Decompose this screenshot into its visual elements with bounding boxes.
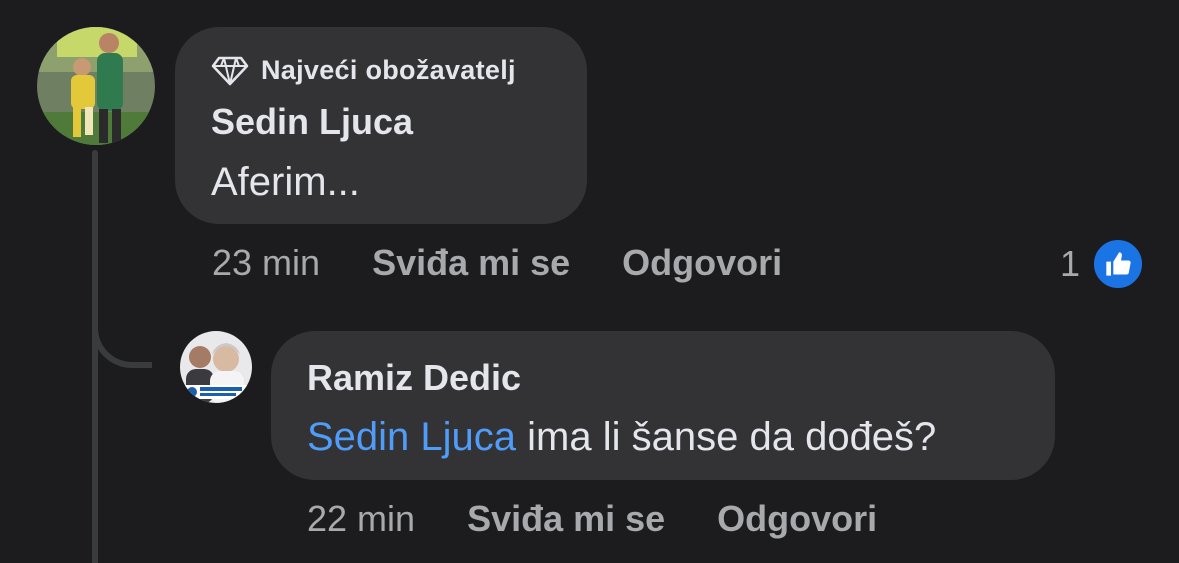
comment-actions: 23 min Sviđa mi se Odgovori (212, 242, 834, 284)
thread-connector-line (92, 150, 98, 563)
profile-photo-icon (180, 331, 252, 403)
reply-button[interactable]: Odgovori (622, 242, 782, 284)
comment-text: Aferim... (211, 160, 360, 204)
reply-timestamp[interactable]: 22 min (307, 498, 415, 540)
profile-photo-icon (37, 27, 155, 145)
avatar[interactable] (37, 27, 155, 145)
comment-timestamp[interactable]: 23 min (212, 242, 320, 284)
comment-bubble: Najveći obožavatelj Sedin Ljuca Aferim..… (175, 27, 587, 224)
reply-actions: 22 min Sviđa mi se Odgovori (307, 498, 929, 540)
reaction-summary[interactable]: 1 (1060, 238, 1145, 290)
like-button[interactable]: Sviđa mi se (372, 242, 570, 284)
comments-thread: Najveći obožavatelj Sedin Ljuca Aferim..… (0, 0, 1179, 563)
mention-link[interactable]: Sedin Ljuca (307, 415, 516, 459)
reply-bubble: Ramiz Dedic Sedin Ljuca ima li šanse da … (271, 331, 1055, 480)
top-fan-badge: Najveći obožavatelj (211, 55, 516, 86)
badge-label: Najveći obožavatelj (261, 55, 516, 85)
reaction-count: 1 (1060, 243, 1081, 284)
like-button[interactable]: Sviđa mi se (467, 498, 665, 540)
reply-button[interactable]: Odgovori (717, 498, 877, 540)
avatar[interactable] (180, 331, 252, 403)
reply-body: ima li šanse da dođeš? (516, 415, 937, 459)
thumbs-up-icon (1092, 238, 1145, 290)
comment-author[interactable]: Sedin Ljuca (211, 101, 413, 143)
diamond-icon (211, 56, 249, 85)
thread-connector-curve (92, 300, 152, 368)
reply-author[interactable]: Ramiz Dedic (307, 357, 521, 399)
reply-text: Sedin Ljuca ima li šanse da dođeš? (307, 415, 936, 460)
